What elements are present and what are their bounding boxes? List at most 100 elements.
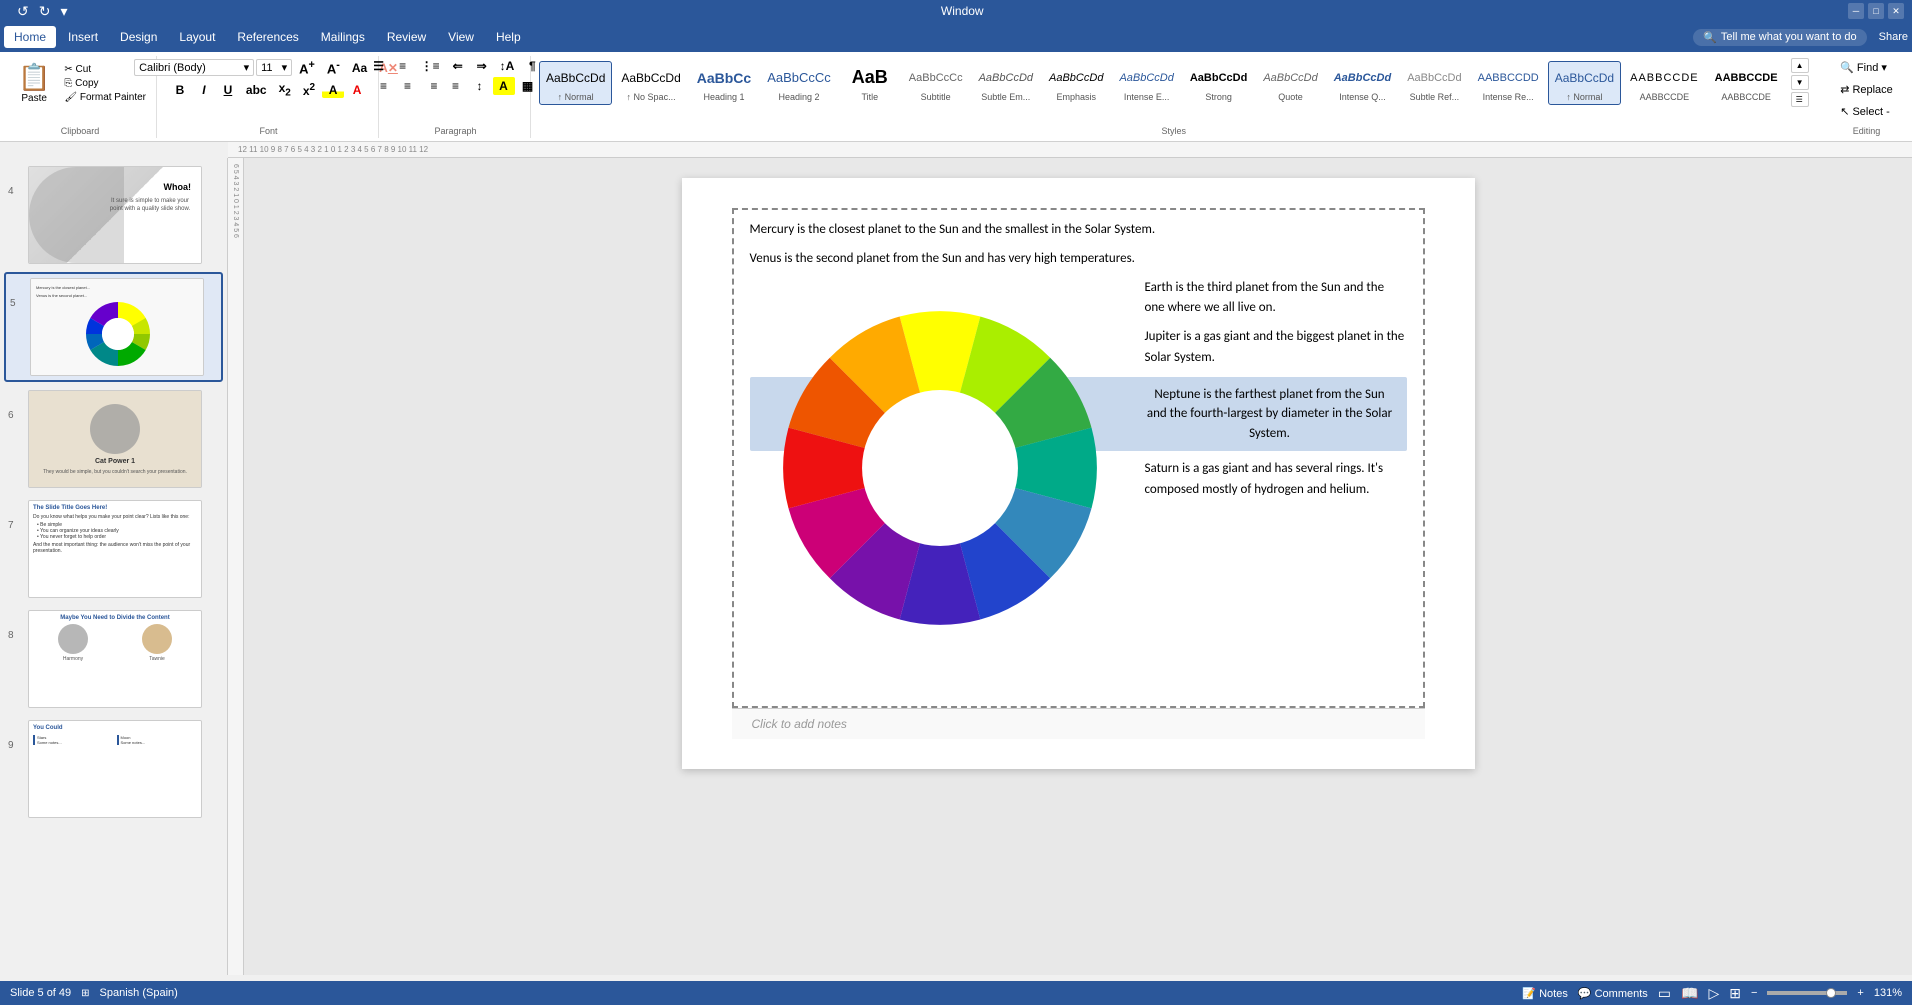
maximize-button[interactable]: □ <box>1868 3 1884 19</box>
align-left-button[interactable]: ≡ <box>373 78 395 94</box>
undo-button[interactable]: ↺ <box>14 3 32 20</box>
styles-scroll-up[interactable]: ▲ <box>1791 58 1809 73</box>
zoom-fit-button[interactable]: ⊞ <box>1729 985 1741 1002</box>
menu-design[interactable]: Design <box>110 26 167 48</box>
format-painter-button[interactable]: 🖌 Format Painter <box>60 91 150 104</box>
font-color-button[interactable]: A <box>346 82 368 98</box>
slide-thumb-6[interactable]: 6 Cat Power 1 They would be simple, but … <box>4 386 223 492</box>
style-h1[interactable]: AaBbCc Heading 1 <box>690 61 758 105</box>
style-no-spacing[interactable]: AaBbCcDd ↑ No Spac... <box>614 61 687 105</box>
reading-view-button[interactable]: 📖 <box>1681 985 1698 1002</box>
style-subtitle[interactable]: AaBbCcCc Subtitle <box>902 61 970 105</box>
subscript-button[interactable]: x2 <box>274 80 296 99</box>
styles-scroll-down[interactable]: ▼ <box>1791 75 1809 90</box>
status-bar: Slide 5 of 49 ⊞ Spanish (Spain) 📝 Notes … <box>0 981 1912 1005</box>
grow-font-button[interactable]: A+ <box>294 58 320 77</box>
font-family-selector[interactable]: Calibri (Body) ▾ <box>134 59 254 76</box>
comments-button[interactable]: 💬 Comments <box>1578 987 1648 1000</box>
ruler-svg: // ruler marks will be drawn via JS <box>228 142 1912 158</box>
underline-button[interactable]: U <box>217 82 239 98</box>
styles-label: Styles <box>1162 124 1187 136</box>
text-highlight-button[interactable]: A <box>322 82 344 98</box>
style-caps1[interactable]: AABBCCDE AABBCCDE <box>1623 61 1706 105</box>
style-h2[interactable]: AaBbCcCc Heading 2 <box>760 61 838 105</box>
replace-button[interactable]: ⇄ Replace <box>1834 80 1899 99</box>
menu-review[interactable]: Review <box>377 26 436 48</box>
copy-button[interactable]: ⎘ Copy <box>60 77 150 90</box>
menu-help[interactable]: Help <box>486 26 531 48</box>
slide7-content: Do you know what helps you make your poi… <box>33 514 197 520</box>
shading-button[interactable]: A <box>493 77 515 95</box>
vertical-ruler: 6 5 4 3 2 1 0 1 2 3 4 5 6 <box>228 158 244 975</box>
menu-references[interactable]: References <box>227 26 308 48</box>
increase-indent-button[interactable]: ⇒ <box>471 58 493 74</box>
document-area[interactable]: Mercury is the closest planet to the Sun… <box>244 158 1912 975</box>
sort-button[interactable]: ↕A <box>495 58 520 74</box>
zoom-slider[interactable] <box>1767 991 1847 995</box>
style-intense-re[interactable]: AaBbCcDd Intense Re... <box>1471 61 1546 105</box>
style-quote[interactable]: AaBbCcDd Quote <box>1256 61 1324 105</box>
content-area: 6 5 4 3 2 1 0 1 2 3 4 5 6 Mercury is the… <box>228 158 1912 975</box>
menu-insert[interactable]: Insert <box>58 26 108 48</box>
style-caps2[interactable]: AABBCCDE AABBCCDE <box>1708 61 1785 105</box>
notes-icon: 📝 <box>1522 988 1536 1000</box>
strikethrough-button[interactable]: abc <box>241 82 272 98</box>
numbering-button[interactable]: ≡ <box>392 58 414 74</box>
bullets-button[interactable]: ☰ <box>368 58 390 74</box>
decrease-indent-button[interactable]: ⇐ <box>447 58 469 74</box>
menu-view[interactable]: View <box>438 26 484 48</box>
multilevel-list-button[interactable]: ⋮≡ <box>416 58 445 74</box>
style-caps1-preview: AABBCCDE <box>1630 64 1699 92</box>
normal-view-button[interactable]: ▭ <box>1658 985 1671 1002</box>
share-button[interactable]: Share <box>1879 31 1908 43</box>
align-center-button[interactable]: ≡ <box>397 78 419 94</box>
find-button[interactable]: 🔍 Find ▾ <box>1834 58 1893 77</box>
style-subtle-em[interactable]: AaBbCcDd Subtle Em... <box>972 61 1040 105</box>
window-controls: ─ □ ✕ <box>1848 3 1904 19</box>
italic-button[interactable]: I <box>193 82 215 98</box>
style-subtle-ref[interactable]: AaBbCcDd Subtle Ref... <box>1400 61 1468 105</box>
minimize-button[interactable]: ─ <box>1848 3 1864 19</box>
select-button[interactable]: ↖ Select - <box>1834 102 1896 121</box>
style-intense-e[interactable]: AaBbCcDd Intense E... <box>1112 61 1180 105</box>
tell-me-box[interactable]: 🔍 Tell me what you want to do <box>1693 29 1866 46</box>
style-normal-highlighted[interactable]: AaBbCcDd ↑ Normal <box>1548 61 1621 105</box>
redo-button[interactable]: ↻ <box>36 3 54 20</box>
align-right-button[interactable]: ≡ <box>421 78 443 94</box>
slide-num-9: 9 <box>8 740 22 751</box>
notes-bar[interactable]: Click to add notes <box>732 708 1425 739</box>
slide-thumb-8[interactable]: 8 Maybe You Need to Divide the Content H… <box>4 606 223 712</box>
menu-home[interactable]: Home <box>4 26 56 48</box>
customize-qat-button[interactable]: ▾ <box>57 3 70 20</box>
line-spacing-button[interactable]: ↕ <box>469 78 491 94</box>
zoom-in-button[interactable]: + <box>1857 987 1863 999</box>
styles-more-button[interactable]: ☰ <box>1791 92 1809 107</box>
menu-layout[interactable]: Layout <box>169 26 225 48</box>
style-intense-q[interactable]: AaBbCcDd Intense Q... <box>1327 61 1398 105</box>
style-strong[interactable]: AaBbCcDd Strong <box>1183 61 1254 105</box>
slide-thumb-5[interactable]: 5 Mercury is the closest planet... Venus… <box>4 272 223 382</box>
slide-thumb-9[interactable]: 9 You Could StarsSome notes... MoonSome … <box>4 716 223 822</box>
justify-button[interactable]: ≡ <box>445 78 467 94</box>
style-normal[interactable]: AaBbCcDd ↑ Normal <box>539 61 612 105</box>
style-caps2-preview: AABBCCDE <box>1715 64 1778 92</box>
zoom-out-button[interactable]: − <box>1751 987 1757 999</box>
bold-button[interactable]: B <box>169 82 191 98</box>
slide-info: Slide 5 of 49 <box>10 987 71 999</box>
editing-buttons: 🔍 Find ▾ ⇄ Replace ↖ Select - <box>1834 58 1899 121</box>
slide-thumb-7[interactable]: 7 The Slide Title Goes Here! Do you know… <box>4 496 223 602</box>
svg-text:Mercury is the closest planet.: Mercury is the closest planet... <box>36 285 90 290</box>
paste-button[interactable]: 📋 Paste <box>10 58 58 108</box>
superscript-button[interactable]: x2 <box>298 81 320 99</box>
slide-thumb-4[interactable]: 4 Whoa! It sure is simple to make your p… <box>4 162 223 268</box>
style-emphasis[interactable]: AaBbCcDd Emphasis <box>1042 61 1110 105</box>
svg-text:Venus is the second planet...: Venus is the second planet... <box>36 293 87 298</box>
menu-mailings[interactable]: Mailings <box>311 26 375 48</box>
font-size-box[interactable]: 11 ▾ <box>256 59 292 76</box>
slide8-content: Harmony Tawnie <box>33 624 197 662</box>
slide-show-button[interactable]: ▷ <box>1708 985 1719 1002</box>
close-button[interactable]: ✕ <box>1888 3 1904 19</box>
shrink-font-button[interactable]: A- <box>322 58 345 77</box>
notes-button[interactable]: 📝 Notes <box>1522 987 1568 1000</box>
style-title[interactable]: AaB Title <box>840 61 900 105</box>
